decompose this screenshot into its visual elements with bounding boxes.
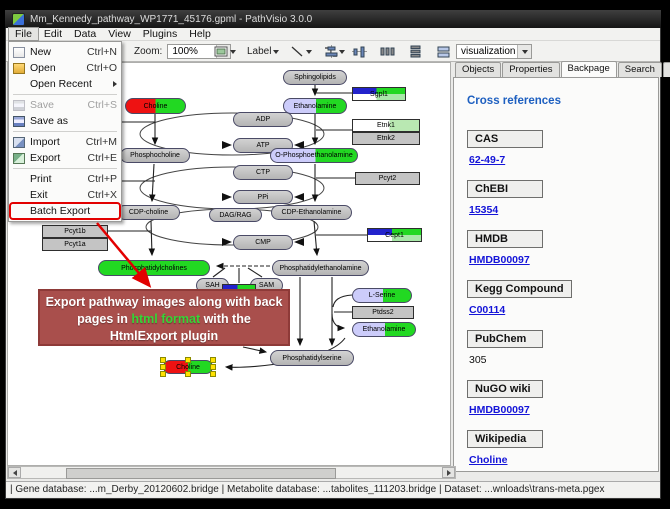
scroll-right-icon: [447, 470, 451, 476]
xref-list: CAS 62-49-7 ChEBI 15354 HMDB HMDB00097 K…: [467, 129, 658, 466]
pathway-node[interactable]: Pcyt1b: [42, 225, 108, 238]
save-as-icon: [13, 116, 25, 127]
xref-source-header: NuGO wiki: [467, 380, 543, 398]
side-panel-tab[interactable]: Backpage: [561, 61, 617, 77]
pathway-node[interactable]: Phosphatidylcholines: [98, 260, 210, 276]
submenu-arrow-icon: [113, 81, 117, 87]
xref-section: Wikipedia Choline: [467, 429, 658, 466]
scroll-left-icon: [13, 470, 17, 476]
file-menu-item[interactable]: Exit Ctrl+X: [10, 187, 120, 203]
side-panel-tab[interactable]: Objects: [455, 62, 501, 77]
pathway-node[interactable]: CMP: [233, 235, 293, 250]
pathway-node[interactable]: Pcyt2: [355, 172, 420, 185]
status-bar: | Gene database: ...m_Derby_20120602.bri…: [6, 481, 660, 497]
pathway-node[interactable]: Sgpl1: [352, 87, 406, 101]
file-menu-item[interactable]: Save as: [10, 113, 120, 129]
side-panel-tab[interactable]: Search: [618, 62, 662, 77]
pathway-node[interactable]: Etnk2: [352, 132, 420, 145]
menu-separator: [13, 94, 117, 95]
xref-section: ChEBI 15354: [467, 179, 658, 216]
scroll-right-button[interactable]: [442, 467, 455, 478]
xref-section: NuGO wiki HMDB00097: [467, 379, 658, 416]
xref-value-link[interactable]: 15354: [469, 204, 658, 216]
export-icon: [13, 153, 25, 164]
selection-handle[interactable]: [185, 371, 191, 377]
pathway-node[interactable]: Ethanolamine: [352, 322, 416, 337]
xref-source-header: CAS: [467, 130, 543, 148]
pathway-node[interactable]: Etnk1: [352, 119, 420, 132]
xref-value-link[interactable]: HMDB00097: [469, 254, 658, 266]
xref-section: Kegg Compound C00114: [467, 279, 658, 316]
open-folder-icon: [13, 63, 25, 74]
pathway-node[interactable]: Sphingolipids: [283, 70, 347, 85]
pathway-node[interactable]: CTP: [233, 165, 293, 180]
xref-source-header: PubChem: [467, 330, 543, 348]
pathway-node[interactable]: CDP-Ethanolamine: [271, 205, 352, 220]
selection-handle[interactable]: [160, 357, 166, 363]
xref-source-header: Kegg Compound: [467, 280, 572, 298]
file-menu-item[interactable]: Open Recent: [10, 76, 120, 92]
pathway-node[interactable]: Choline: [125, 98, 186, 114]
xref-value-link[interactable]: 62-49-7: [469, 154, 658, 166]
scroll-left-button[interactable]: [8, 467, 21, 478]
side-panel-tab[interactable]: Properties: [502, 62, 559, 77]
annotation-callout: Export pathway images along with back pa…: [38, 289, 290, 346]
selection-handle[interactable]: [210, 364, 216, 370]
xref-section: PubChem 305: [467, 329, 658, 366]
pathway-node[interactable]: Phosphatidylserine: [270, 350, 354, 366]
save-icon: [13, 100, 25, 111]
xref-value-link[interactable]: C00114: [469, 304, 658, 316]
selection-handle[interactable]: [210, 357, 216, 363]
side-panel-tab[interactable]: Legend: [663, 62, 670, 77]
file-menu-item[interactable]: Print Ctrl+P: [10, 171, 120, 187]
xref-source-header: Wikipedia: [467, 430, 543, 448]
xref-value-link[interactable]: Choline: [469, 454, 658, 466]
xref-section: HMDB HMDB00097: [467, 229, 658, 266]
xref-source-header: HMDB: [467, 230, 543, 248]
selection-handle[interactable]: [185, 357, 191, 363]
pathway-node[interactable]: O-Phosphoethanolamine: [270, 148, 358, 163]
horizontal-scrollbar[interactable]: [7, 466, 456, 479]
import-icon: [13, 137, 25, 148]
menu-separator: [13, 168, 117, 169]
xref-value-link[interactable]: HMDB00097: [469, 404, 658, 416]
cross-references-heading: Cross references: [467, 95, 658, 107]
pathway-node[interactable]: CDP-choline: [117, 205, 180, 220]
selection-handle[interactable]: [160, 371, 166, 377]
pathway-node[interactable]: Ethanolamine: [283, 98, 347, 114]
pathway-node[interactable]: Ptdss2: [352, 306, 414, 319]
new-file-icon: [13, 47, 25, 58]
pathway-node[interactable]: ADP: [233, 112, 293, 127]
xref-source-header: ChEBI: [467, 180, 543, 198]
pathway-node[interactable]: Phosphatidylethanolamine: [272, 260, 369, 276]
backpage-panel: Cross references CAS 62-49-7 ChEBI 15354…: [453, 77, 659, 472]
callout-highlight-text: html format: [131, 312, 200, 326]
xref-section: CAS 62-49-7: [467, 129, 658, 166]
file-menu-item[interactable]: Export Ctrl+E: [10, 150, 120, 166]
file-menu-item[interactable]: Open Ctrl+O: [10, 60, 120, 76]
pathway-node[interactable]: Cept1: [367, 228, 422, 242]
file-menu-item[interactable]: Save Ctrl+S: [10, 97, 120, 113]
screenshot-stage: Mm_Kennedy_pathway_WP1771_45176.gpml - P…: [0, 0, 670, 509]
file-menu-item[interactable]: Batch Export: [10, 203, 120, 219]
scrollbar-thumb[interactable]: [66, 468, 336, 479]
pathway-node[interactable]: L-Serine: [352, 288, 412, 303]
pathway-node[interactable]: PPi: [233, 190, 293, 204]
file-menu-item[interactable]: New Ctrl+N: [10, 44, 120, 60]
file-menu-item[interactable]: Import Ctrl+M: [10, 134, 120, 150]
pathway-node[interactable]: Phosphocholine: [120, 148, 190, 163]
selection-handle[interactable]: [210, 371, 216, 377]
selection-handle[interactable]: [160, 364, 166, 370]
side-panel-tabs: Objects Properties Backpage Search Legen…: [453, 62, 659, 77]
pathway-node[interactable]: Pcyt1a: [42, 238, 108, 251]
xref-value-link: 305: [469, 354, 658, 366]
file-menu: New Ctrl+N Open Ctrl+O Open Recent: [8, 41, 122, 222]
menu-separator: [13, 131, 117, 132]
pathway-node[interactable]: DAG/RAG: [209, 208, 262, 222]
